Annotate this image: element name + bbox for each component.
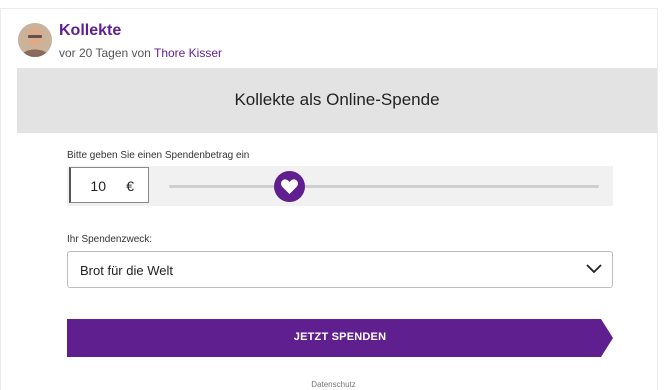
purpose-selected-value: Brot für die Welt xyxy=(80,263,173,278)
donate-button-label: JETZT SPENDEN xyxy=(293,331,387,343)
widget-banner: Kollekte als Online-Spende xyxy=(17,68,657,133)
amount-slider-thumb[interactable] xyxy=(274,171,305,202)
purpose-label: Ihr Spendenzweck: xyxy=(67,234,153,245)
post-meta: vor 20 Tagen von Thore Kisser xyxy=(59,46,222,60)
heart-icon xyxy=(281,179,298,194)
amount-row: 10 € xyxy=(67,166,613,206)
currency-symbol: € xyxy=(126,178,134,194)
donate-button[interactable]: JETZT SPENDEN xyxy=(67,319,613,357)
amount-value: 10 xyxy=(90,178,106,194)
amount-input[interactable]: 10 € xyxy=(69,167,149,203)
banner-title: Kollekte als Online-Spende xyxy=(234,90,440,109)
purpose-select[interactable]: Brot für die Welt xyxy=(67,251,613,288)
amount-label: Bitte geben Sie einen Spendenbetrag ein xyxy=(67,150,250,161)
post-title[interactable]: Kollekte xyxy=(59,22,121,40)
post-meta-prefix: vor 20 Tagen von xyxy=(59,46,151,60)
author-avatar[interactable] xyxy=(18,23,52,57)
amount-slider-track[interactable] xyxy=(169,185,599,188)
avatar-image xyxy=(18,23,52,57)
privacy-link[interactable]: Datenschutz xyxy=(0,380,667,389)
chevron-down-icon xyxy=(586,264,602,274)
author-link[interactable]: Thore Kisser xyxy=(154,46,222,60)
